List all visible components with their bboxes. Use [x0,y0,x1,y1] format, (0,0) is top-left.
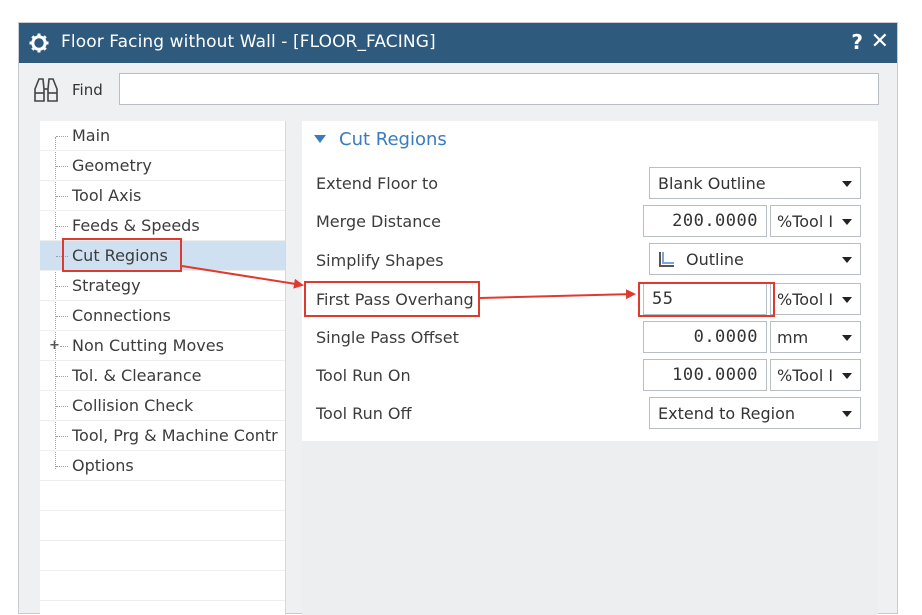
title-bar[interactable]: Floor Facing without Wall - [FLOOR_FACIN… [19,23,897,63]
tree-item-label: Connections [72,306,171,325]
find-label: Find [72,81,103,99]
gear-icon [29,33,49,53]
close-button[interactable]: ✕ [871,29,889,54]
tree-empty-row [40,481,285,511]
chevron-down-icon [842,297,852,303]
tree-empty-row [40,511,285,541]
tree-item-main[interactable]: Main [40,121,285,151]
collapse-caret-icon[interactable] [314,135,326,143]
single-pass-offset-unit-dropdown[interactable]: mm [770,321,861,353]
window-title: Floor Facing without Wall - [FLOOR_FACIN… [61,32,436,52]
panel-empty-area [302,441,878,615]
navigation-tree: Main Geometry Tool Axis Feeds & Speeds C… [40,121,286,615]
chevron-down-icon [842,257,852,263]
tree-item-label: Tool, Prg & Machine Contr [72,426,278,445]
chevron-down-icon [842,411,852,417]
section-title[interactable]: Cut Regions [339,129,447,150]
merge-distance-input[interactable]: 200.0000 [643,205,767,237]
binoculars-icon [34,78,58,102]
tree-item-strategy[interactable]: Strategy [40,271,285,301]
help-button[interactable]: ? [851,30,863,54]
find-bar: Find [19,63,897,117]
tree-item-label: Tool Axis [72,186,142,205]
simplify-shapes-label: Simplify Shapes [316,251,444,270]
extend-floor-to-label: Extend Floor to [316,174,439,193]
tree-item-label: Strategy [72,276,141,295]
tree-item-options[interactable]: Options [40,451,285,481]
tree-item-label: Collision Check [72,396,194,415]
tool-run-off-dropdown[interactable]: Extend to Region [649,397,861,429]
tree-item-label: Tol. & Clearance [72,366,202,385]
tree-item-label: Options [72,456,134,475]
single-pass-offset-label: Single Pass Offset [316,328,459,347]
extend-floor-to-dropdown[interactable]: Blank Outline [649,167,861,199]
tree-item-connections[interactable]: Connections [40,301,285,331]
tree-item-label: Non Cutting Moves [72,336,224,355]
expand-icon[interactable]: + [49,338,60,353]
tree-empty-row [40,571,285,601]
tool-run-on-unit-dropdown[interactable]: %Tool I [770,359,861,391]
tree-empty-row [40,541,285,571]
find-input[interactable] [119,73,879,105]
merge-distance-unit-dropdown[interactable]: %Tool I [770,205,861,237]
tool-run-off-label: Tool Run Off [316,404,412,423]
tree-item-tool-prg-machine[interactable]: Tool, Prg & Machine Contr [40,421,285,451]
tree-item-feeds-speeds[interactable]: Feeds & Speeds [40,211,285,241]
first-pass-overhang-unit-dropdown[interactable]: %Tool I [770,283,861,315]
tree-item-non-cutting-moves[interactable]: + Non Cutting Moves [40,331,285,361]
tree-item-label: Feeds & Speeds [72,216,200,235]
outline-shape-icon [659,252,674,267]
tree-item-collision-check[interactable]: Collision Check [40,391,285,421]
merge-distance-label: Merge Distance [316,212,441,231]
highlight-box-first-pass-overhang [304,281,480,317]
tool-run-on-label: Tool Run On [316,366,411,385]
highlight-box-overhang-value [638,282,775,317]
tool-run-on-input[interactable]: 100.0000 [643,359,767,391]
tree-item-label: Geometry [72,156,152,175]
chevron-down-icon [842,373,852,379]
single-pass-offset-input[interactable]: 0.0000 [643,321,767,353]
dialog-window: Floor Facing without Wall - [FLOOR_FACIN… [18,22,898,615]
tree-item-label: Main [72,126,111,145]
tree-item-geometry[interactable]: Geometry [40,151,285,181]
chevron-down-icon [842,181,852,187]
simplify-shapes-dropdown[interactable]: Outline [649,243,861,275]
tree-item-tol-clearance[interactable]: Tol. & Clearance [40,361,285,391]
tree-item-tool-axis[interactable]: Tool Axis [40,181,285,211]
chevron-down-icon [842,219,852,225]
chevron-down-icon [842,335,852,341]
highlight-box-cut-regions [62,238,182,272]
